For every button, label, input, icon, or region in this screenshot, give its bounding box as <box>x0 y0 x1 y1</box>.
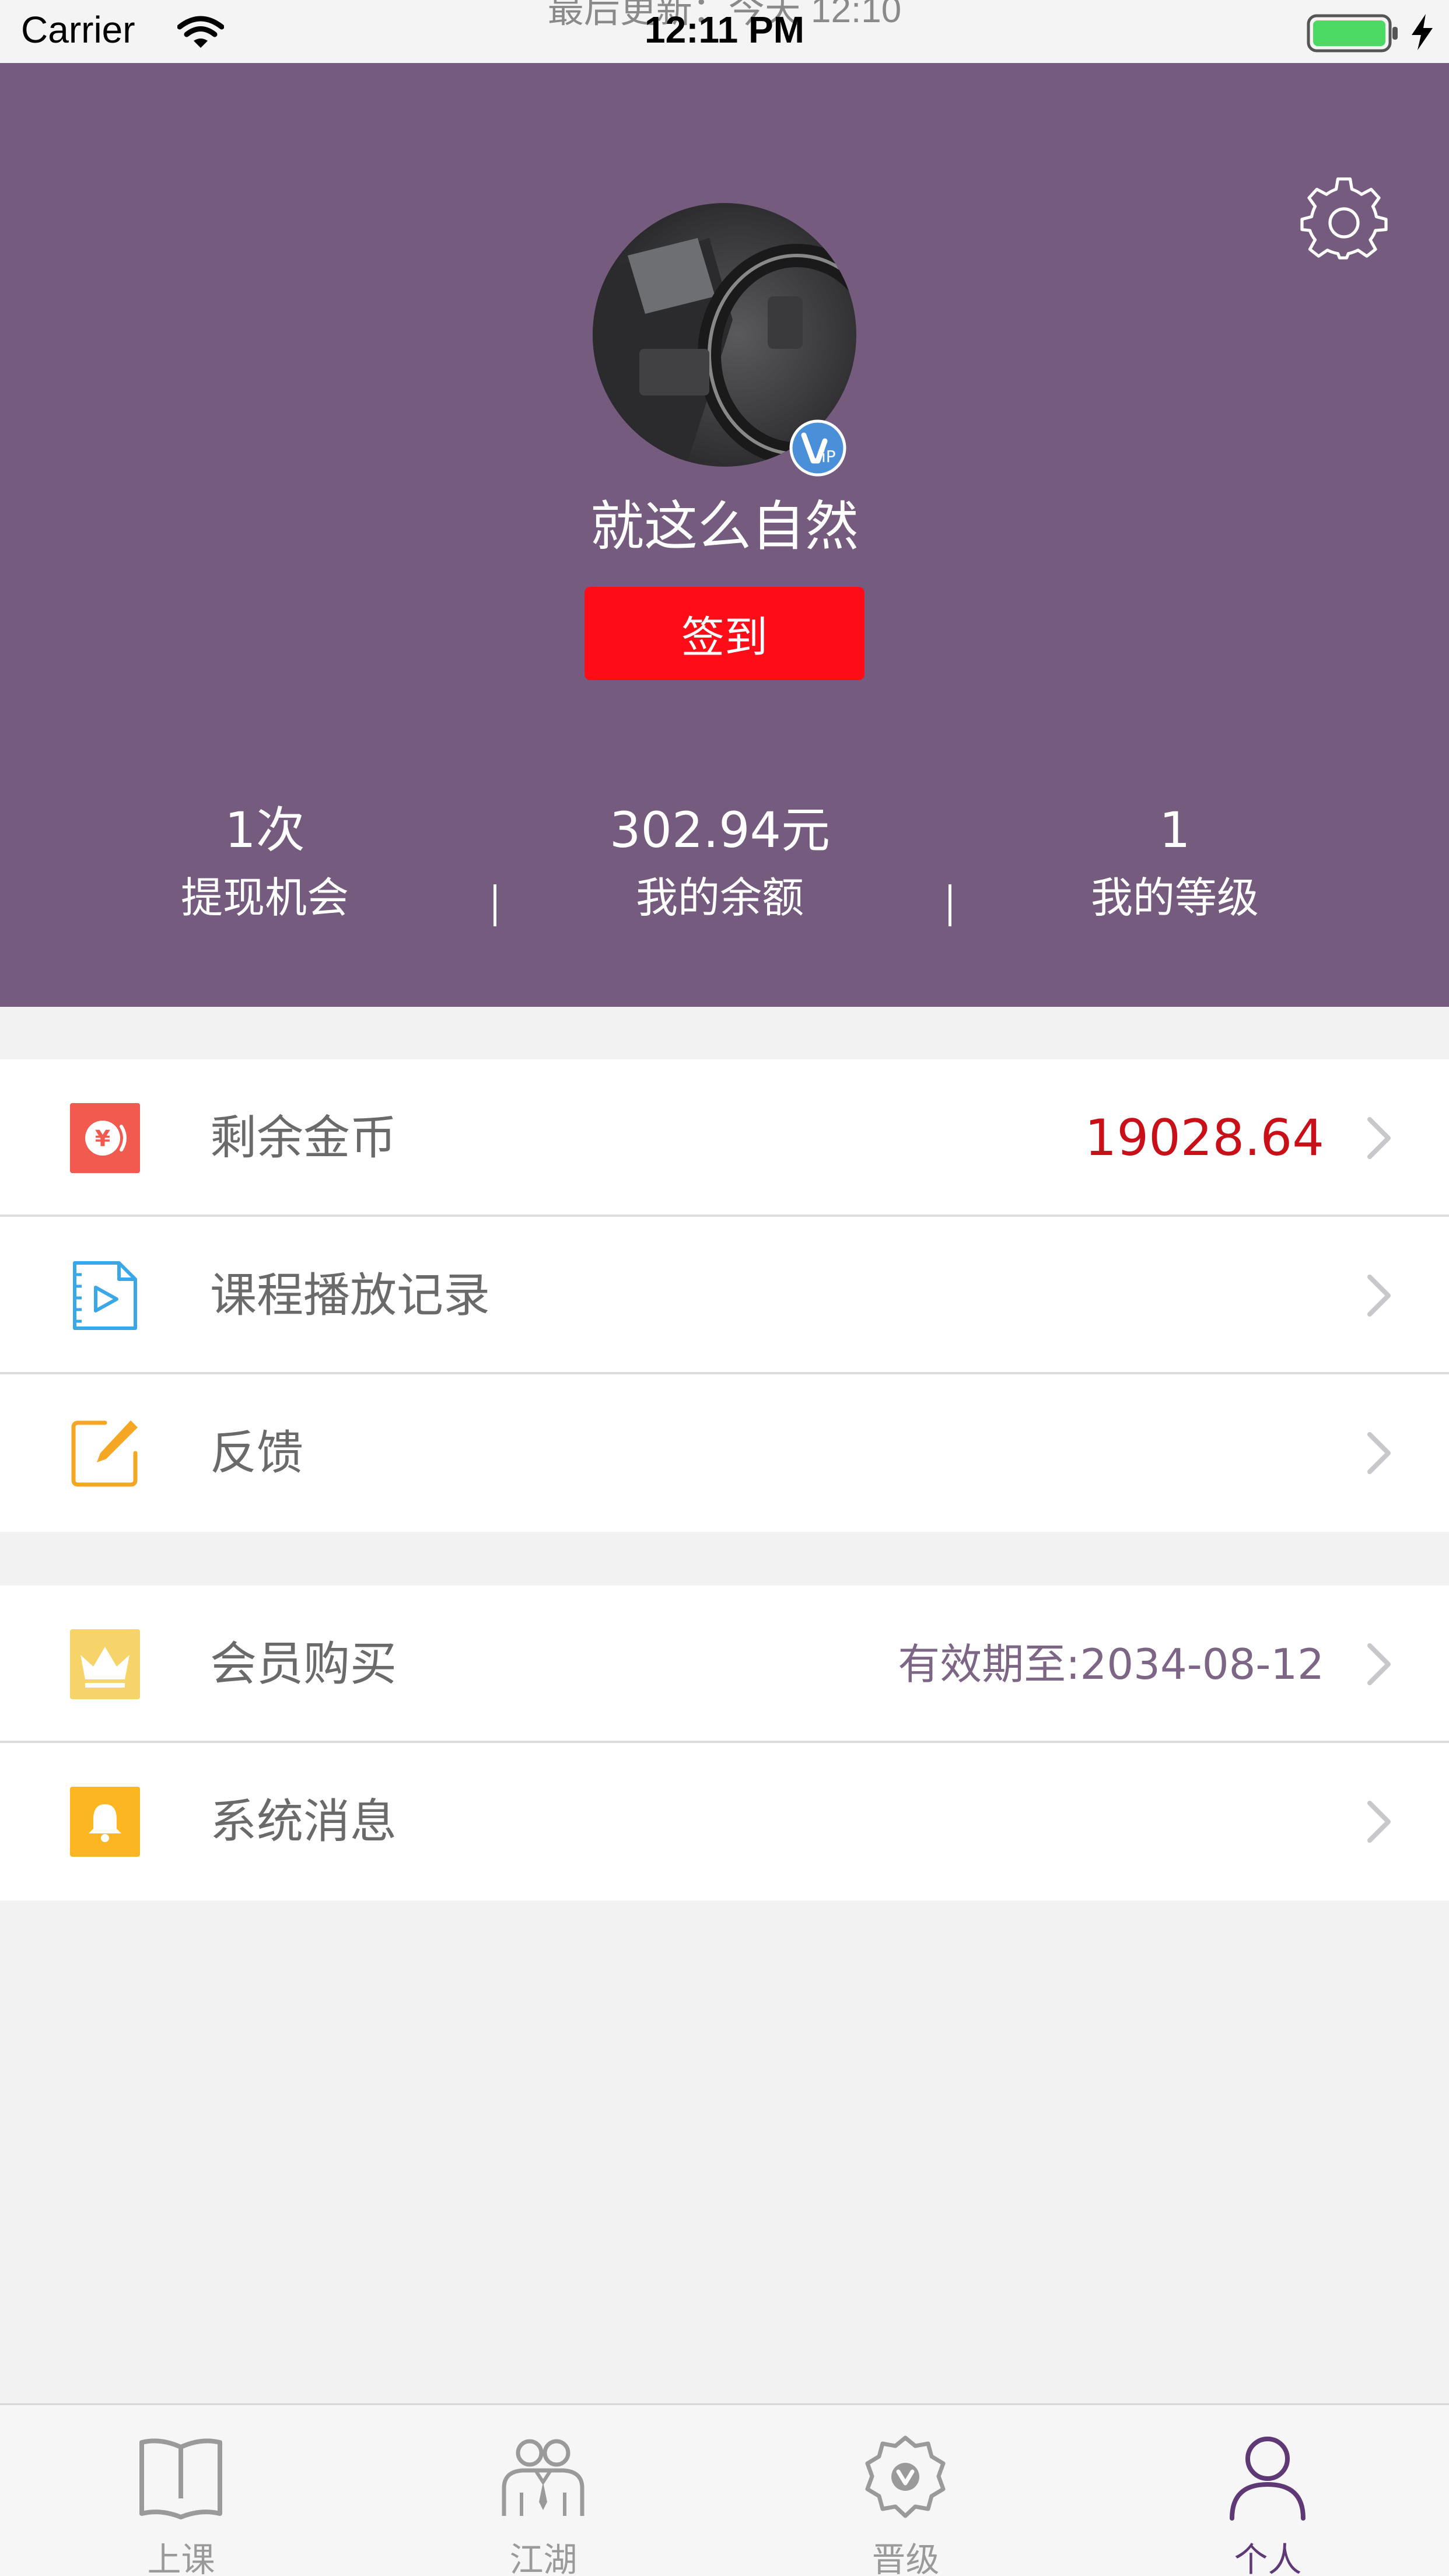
bell-icon <box>70 1787 140 1857</box>
stat-level[interactable]: 1 我的等级 <box>1000 798 1350 930</box>
gold-coin-icon: ¥ <box>70 1103 140 1173</box>
menu-group-membership: 会员购买 有效期至:2034-08-12 系统消息 <box>0 1586 1449 1901</box>
battery-icon <box>1307 14 1400 55</box>
row-label: 课程播放记录 <box>210 1268 490 1322</box>
username: 就这么自然 <box>590 495 859 558</box>
chevron-right-icon <box>1367 1275 1391 1317</box>
charging-icon <box>1409 13 1435 54</box>
stat-value: 302.94元 <box>610 802 830 859</box>
row-label: 会员购买 <box>210 1637 397 1691</box>
svg-text:¥: ¥ <box>95 1126 110 1152</box>
settings-button[interactable] <box>1297 174 1391 267</box>
stats-row: 1次 提现机会 302.94元 我的余额 1 我的等级 <box>0 798 1449 973</box>
stat-withdraw[interactable]: 1次 提现机会 <box>90 798 440 930</box>
tab-class[interactable]: 上课 <box>0 2405 362 2576</box>
gear-icon <box>1300 176 1388 265</box>
status-time: 12:11 PM <box>645 9 804 51</box>
tab-label: 个人 <box>1234 2540 1302 2576</box>
status-bar: Carrier 最后更新：今天 12:10 12:11 PM <box>0 0 1449 63</box>
badge-icon <box>818 2428 993 2528</box>
tab-personal[interactable]: 个人 <box>1087 2405 1449 2576</box>
stat-label: 提现机会 <box>180 873 349 922</box>
stat-value: 1 <box>1159 802 1191 859</box>
tab-promotion[interactable]: 晋级 <box>724 2405 1087 2576</box>
crown-icon <box>70 1629 140 1699</box>
menu-item-membership[interactable]: 会员购买 有效期至:2034-08-12 <box>0 1586 1449 1743</box>
tab-bar: 上课 江湖 晋级 个人 <box>0 2403 1449 2576</box>
chevron-right-icon <box>1367 1117 1391 1159</box>
menu-item-system-messages[interactable]: 系统消息 <box>0 1743 1449 1901</box>
book-icon <box>93 2428 268 2528</box>
row-label: 反馈 <box>210 1426 303 1480</box>
row-label: 系统消息 <box>210 1794 397 1849</box>
stat-balance[interactable]: 302.94元 我的余额 <box>545 798 895 930</box>
menu-item-play-history[interactable]: 课程播放记录 <box>0 1217 1449 1374</box>
stat-divider <box>949 884 951 926</box>
chevron-right-icon <box>1367 1643 1391 1685</box>
gold-coin-value: 19028.64 <box>1084 1109 1324 1167</box>
stat-label: 我的余额 <box>635 873 804 922</box>
video-file-icon <box>70 1261 140 1331</box>
menu-group-account: ¥ 剩余金币 19028.64 课程播放记录 反馈 <box>0 1059 1449 1532</box>
stat-divider <box>494 884 496 926</box>
membership-expiry: 有效期至:2034-08-12 <box>898 1640 1324 1689</box>
vip-badge-icon: iP <box>789 419 847 477</box>
stat-value: 1次 <box>225 802 305 859</box>
row-label: 剩余金币 <box>210 1111 397 1165</box>
chevron-right-icon <box>1367 1801 1391 1843</box>
people-icon <box>456 2428 631 2528</box>
menu-item-gold-coins[interactable]: ¥ 剩余金币 19028.64 <box>0 1059 1449 1217</box>
tab-label: 上课 <box>147 2540 215 2576</box>
tab-label: 江湖 <box>509 2540 578 2576</box>
stat-label: 我的等级 <box>1090 873 1259 922</box>
tab-community[interactable]: 江湖 <box>362 2405 724 2576</box>
tab-label: 晋级 <box>872 2540 940 2576</box>
menu-item-feedback[interactable]: 反馈 <box>0 1374 1449 1532</box>
signin-button[interactable]: 签到 <box>584 587 864 680</box>
edit-icon <box>70 1418 140 1488</box>
chevron-right-icon <box>1367 1432 1391 1474</box>
svg-text:iP: iP <box>821 447 836 466</box>
person-icon <box>1180 2428 1355 2528</box>
